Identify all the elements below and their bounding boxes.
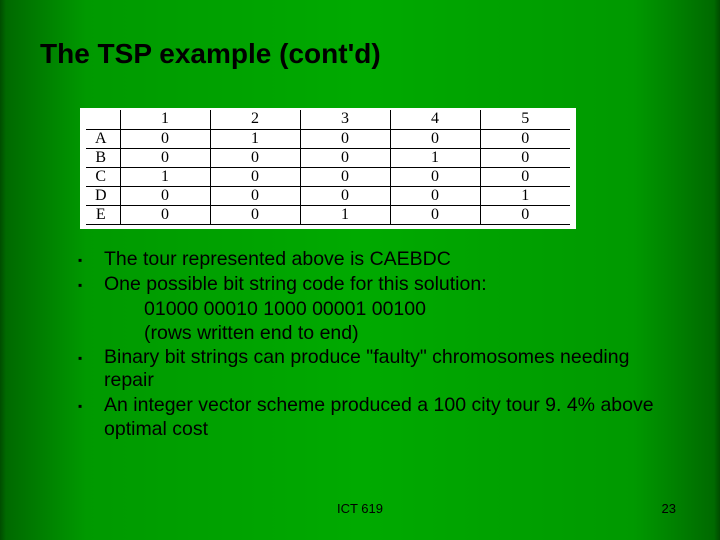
bullet-subline: 01000 00010 1000 00001 00100 (78, 298, 672, 322)
cell: 0 (390, 167, 480, 186)
cell: 0 (120, 148, 210, 167)
cell: 0 (480, 148, 570, 167)
bullet-square-icon: ▪ (78, 248, 104, 272)
table-row: E 0 0 1 0 0 (86, 205, 570, 224)
table-row: B 0 0 0 1 0 (86, 148, 570, 167)
slide-title: The TSP example (cont'd) (40, 38, 381, 70)
cell: 0 (480, 205, 570, 224)
slide-number: 23 (662, 501, 676, 516)
right-edge-shadow (714, 0, 720, 540)
bullet-list: ▪ The tour represented above is CAEBDC ▪… (78, 248, 672, 443)
row-header: C (86, 167, 120, 186)
table-row: A 0 1 0 0 0 (86, 129, 570, 148)
cell: 0 (210, 148, 300, 167)
bullet-square-icon: ▪ (78, 273, 104, 297)
cell: 0 (300, 148, 390, 167)
cell: 0 (300, 186, 390, 205)
cell: 0 (300, 129, 390, 148)
slide: The TSP example (cont'd) 1 2 3 4 5 A 0 1… (0, 0, 720, 540)
row-header: D (86, 186, 120, 205)
table-header-row: 1 2 3 4 5 (86, 110, 570, 129)
cell: 0 (390, 186, 480, 205)
table-row: D 0 0 0 0 1 (86, 186, 570, 205)
row-header: A (86, 129, 120, 148)
cell: 0 (210, 167, 300, 186)
cell: 0 (120, 205, 210, 224)
cell: 1 (390, 148, 480, 167)
col-header: 1 (120, 110, 210, 129)
table-corner (86, 110, 120, 129)
cell: 0 (480, 167, 570, 186)
cell: 0 (300, 167, 390, 186)
list-item: ▪ One possible bit string code for this … (78, 273, 672, 297)
footer-center: ICT 619 (0, 501, 720, 516)
row-header: B (86, 148, 120, 167)
cell: 1 (480, 186, 570, 205)
row-header: E (86, 205, 120, 224)
col-header: 2 (210, 110, 300, 129)
col-header: 4 (390, 110, 480, 129)
matrix-table: 1 2 3 4 5 A 0 1 0 0 0 B 0 0 0 1 0 (86, 110, 570, 225)
list-item: ▪ The tour represented above is CAEBDC (78, 248, 672, 272)
cell: 1 (300, 205, 390, 224)
bullet-text: An integer vector scheme produced a 100 … (104, 394, 672, 442)
left-edge-shadow (0, 0, 6, 540)
cell: 0 (480, 129, 570, 148)
bullet-subline: (rows written end to end) (78, 322, 672, 346)
cell: 0 (210, 205, 300, 224)
cell: 1 (210, 129, 300, 148)
list-item: ▪ An integer vector scheme produced a 10… (78, 394, 672, 442)
col-header: 5 (480, 110, 570, 129)
cell: 0 (390, 129, 480, 148)
cell: 0 (120, 186, 210, 205)
list-item: ▪ Binary bit strings can produce "faulty… (78, 346, 672, 394)
bullet-square-icon: ▪ (78, 394, 104, 418)
bullet-text: Binary bit strings can produce "faulty" … (104, 346, 672, 394)
cell: 1 (120, 167, 210, 186)
cell: 0 (120, 129, 210, 148)
bullet-square-icon: ▪ (78, 346, 104, 370)
tour-matrix-table: 1 2 3 4 5 A 0 1 0 0 0 B 0 0 0 1 0 (80, 108, 576, 229)
table-row: C 1 0 0 0 0 (86, 167, 570, 186)
col-header: 3 (300, 110, 390, 129)
cell: 0 (390, 205, 480, 224)
cell: 0 (210, 186, 300, 205)
bullet-text: One possible bit string code for this so… (104, 273, 672, 297)
bullet-text: The tour represented above is CAEBDC (104, 248, 672, 272)
